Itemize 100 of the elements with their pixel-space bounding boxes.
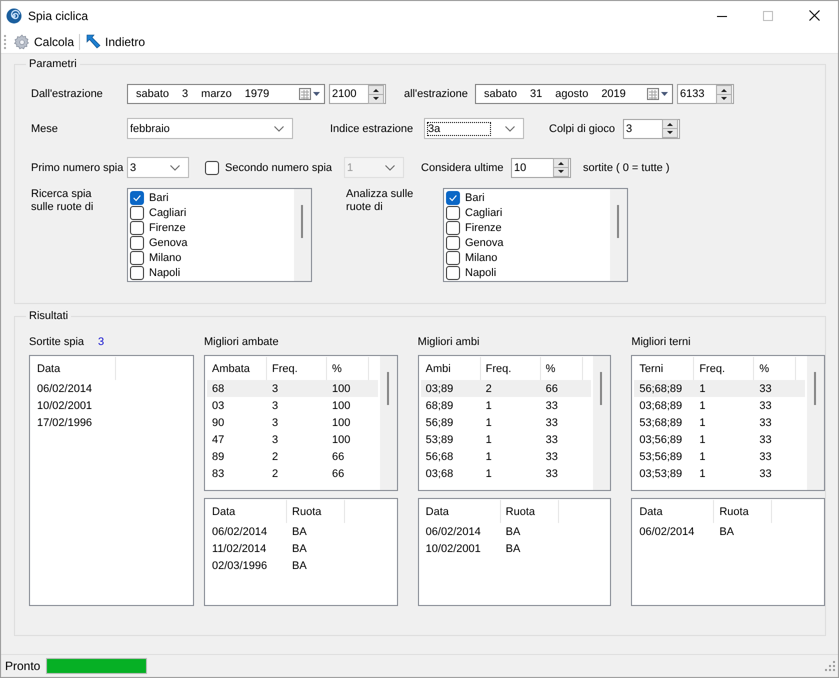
table-cell-text: 33 [544, 400, 559, 412]
table-row[interactable]: 03;68 1 33 [420, 465, 592, 482]
scrollbar[interactable] [380, 356, 397, 490]
checkbox-label[interactable]: Genova [149, 236, 188, 248]
table-row[interactable]: 53;56;89 1 33 [634, 448, 805, 465]
checkbox-label[interactable]: Cagliari [465, 206, 502, 218]
table-row[interactable]: 06/02/2014 BA [634, 523, 822, 540]
up-down-arrows-icon[interactable] [716, 84, 732, 104]
checkbox-label[interactable]: Cagliari [149, 206, 186, 218]
column-header[interactable]: Data [207, 500, 288, 523]
checkbox-label[interactable]: Milano [149, 252, 182, 264]
column-header[interactable]: Data [634, 500, 714, 523]
checkbox[interactable] [130, 250, 144, 264]
table-row[interactable]: 53;68;89 1 33 [634, 414, 805, 431]
resize-grip-icon[interactable] [825, 661, 835, 671]
calendar-dropdown-icon[interactable] [647, 87, 669, 101]
table-row[interactable]: 56;68;89 1 33 [634, 380, 805, 397]
toolbar-button[interactable]: Indietro [83, 32, 148, 50]
spiral-icon [6, 8, 22, 24]
table-row[interactable]: 03;68;89 1 33 [634, 397, 805, 414]
index-dropdown[interactable]: 3a [424, 118, 524, 139]
dropdown-value: 3 [130, 162, 136, 174]
checkbox[interactable] [446, 250, 460, 264]
table-row[interactable]: 06/02/2014 BA [420, 523, 608, 540]
table-row[interactable]: 17/02/1996 [32, 414, 192, 431]
table-row[interactable]: 03 3 100 [207, 397, 378, 414]
table-row[interactable]: 03;89 2 66 [420, 380, 592, 397]
checkbox[interactable] [130, 266, 144, 280]
table-cell-text: 2 [484, 382, 493, 394]
checkbox[interactable] [446, 220, 460, 234]
checkbox-label[interactable]: Bari [465, 192, 485, 204]
table-row[interactable]: 53;89 1 33 [420, 431, 592, 448]
checkbox[interactable] [130, 190, 144, 204]
table-row[interactable]: 83 2 66 [207, 465, 378, 482]
table-row[interactable]: 90 3 100 [207, 414, 378, 431]
date-picker[interactable]: sabato 3 marzo 1979 [127, 84, 325, 104]
checkbox[interactable] [130, 206, 144, 220]
checkbox[interactable] [446, 190, 460, 204]
table-cell-text: 03;68 [424, 468, 454, 480]
close-icon[interactable] [809, 10, 820, 21]
scrollbar[interactable] [593, 356, 610, 490]
column-header[interactable]: Ruota [500, 500, 559, 523]
number-spinner[interactable]: 6133 [677, 84, 734, 104]
table-row[interactable]: 47 3 100 [207, 431, 378, 448]
table-cell-text: 47 [211, 434, 226, 446]
table-row[interactable]: 03;56;89 1 33 [634, 431, 805, 448]
table-row[interactable]: 10/02/2001 BA [420, 540, 608, 557]
column-header[interactable]: Ruota [287, 500, 346, 523]
checkbox[interactable] [446, 206, 460, 220]
checkbox[interactable] [130, 236, 144, 250]
table-cell-text: 33 [544, 434, 559, 446]
checkbox[interactable] [446, 266, 460, 280]
up-down-arrows-icon[interactable] [662, 119, 678, 138]
date-part: marzo [201, 88, 232, 100]
column-header[interactable]: Data [32, 357, 116, 380]
table-cell-text: 02/03/1996 [211, 560, 268, 572]
table-cell-text: BA [504, 526, 522, 538]
table-cell-text: 56;68;89 [638, 382, 684, 394]
date-picker[interactable]: sabato 31 agosto 2019 [475, 84, 673, 104]
table-cell-text: 1 [698, 434, 706, 446]
table-row[interactable]: 56;68 1 33 [420, 448, 592, 465]
table-row[interactable]: 02/03/1996 BA [207, 557, 395, 574]
field-hint: sortite ( 0 = tutte ) [583, 162, 670, 174]
column-header[interactable]: Ruota [714, 500, 772, 523]
checkbox-label[interactable]: Genova [465, 236, 504, 248]
month-dropdown[interactable]: febbraio [127, 118, 293, 139]
number-spinner[interactable]: 2100 [329, 84, 386, 104]
table-row[interactable]: 56;89 1 33 [420, 414, 592, 431]
column-header[interactable]: Data [420, 500, 501, 523]
table-row[interactable]: 06/02/2014 BA [207, 523, 395, 540]
number-dropdown[interactable]: 3 [127, 157, 189, 178]
table-row[interactable]: 68;89 1 33 [420, 397, 592, 414]
scrollbar[interactable] [610, 189, 627, 281]
up-down-arrows-icon[interactable] [368, 84, 384, 104]
date-part: 2019 [601, 88, 626, 100]
scrollbar[interactable] [294, 189, 311, 281]
table-row[interactable]: 06/02/2014 [32, 380, 192, 397]
scrollbar[interactable] [806, 356, 824, 490]
table-cell-text: 56;89 [424, 416, 454, 428]
toolbar-button[interactable]: Calcola [12, 32, 76, 50]
up-down-arrows-icon[interactable] [553, 158, 570, 177]
table-row[interactable]: 68 3 100 [207, 380, 378, 397]
number-spinner[interactable]: 10 [511, 158, 572, 178]
checkbox-label[interactable]: Firenze [465, 222, 502, 234]
checkbox-label[interactable]: Bari [149, 192, 169, 204]
table-cell-text: 66 [544, 382, 559, 394]
table-cell-text: 33 [544, 416, 559, 428]
number-spinner[interactable]: 3 [623, 118, 680, 138]
checkbox[interactable] [446, 236, 460, 250]
table-row[interactable]: 11/02/2014 BA [207, 540, 395, 557]
checkbox-label[interactable]: Firenze [149, 222, 186, 234]
checkbox-label[interactable]: Napoli [465, 266, 496, 278]
date-part: agosto [555, 88, 588, 100]
checkbox-label[interactable]: Milano [465, 252, 498, 264]
table-row[interactable]: 03;53;89 1 33 [634, 465, 805, 482]
checkbox-label[interactable]: Napoli [149, 266, 180, 278]
calendar-dropdown-icon[interactable] [299, 87, 321, 101]
table-row[interactable]: 89 2 66 [207, 448, 378, 465]
checkbox[interactable] [130, 220, 144, 234]
table-row[interactable]: 10/02/2001 [32, 397, 192, 414]
